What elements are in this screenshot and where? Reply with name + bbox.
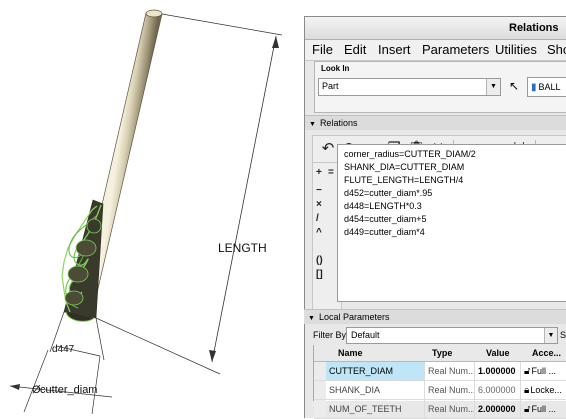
access-value: Full xyxy=(531,404,546,414)
collapse-triangle-icon[interactable]: ▼ xyxy=(309,121,316,128)
relation-line[interactable]: corner_radius=CUTTER_DIAM/2 xyxy=(344,149,476,159)
parameters-table: Name Type Value Acce... CUTTER_DIAM Real… xyxy=(313,345,566,419)
collapse-triangle-icon[interactable]: ▼ xyxy=(308,315,315,322)
table-cell-type[interactable]: Real Num... xyxy=(425,381,475,400)
brackets-icon[interactable]: [] xyxy=(316,269,323,280)
look-in-type-select[interactable]: Part ▼ xyxy=(318,78,501,96)
relations-editor[interactable]: corner_radius=CUTTER_DIAM/2 SHANK_DIA=CU… xyxy=(337,144,566,302)
filter-select[interactable]: Default ▼ xyxy=(346,327,558,344)
chevron-down-icon[interactable]: ▼ xyxy=(486,79,500,95)
menu-bar: File Edit Insert Parameters Utilities Sh… xyxy=(305,40,566,61)
table-cell-type[interactable]: Real Num... xyxy=(425,362,475,381)
menu-insert[interactable]: Insert xyxy=(378,42,411,57)
table-cell-access[interactable]: 🔓︎Full ... xyxy=(521,362,566,381)
access-value: Full xyxy=(531,366,546,376)
cad-viewport[interactable]: LENGTH d447 Ø cutter_diam xyxy=(0,0,304,417)
table-cell-name[interactable]: NUM_OF_TEETH xyxy=(326,400,425,419)
length-label[interactable]: LENGTH xyxy=(218,241,267,255)
row-header[interactable] xyxy=(314,381,326,400)
s-label: S xyxy=(560,330,566,340)
menu-show[interactable]: Sho xyxy=(547,42,566,57)
filter-value: Default xyxy=(351,330,380,340)
d447-label[interactable]: d447 xyxy=(52,344,75,355)
model-selector-button[interactable]: ▮ BALL xyxy=(527,77,566,97)
unlock-icon: 🔓︎ xyxy=(524,404,531,415)
relation-line[interactable]: d454=cutter_diam+5 xyxy=(344,214,427,224)
select-arrow-icon[interactable]: ↖ xyxy=(505,77,523,95)
look-in-group: Look In Part ▼ ↖ ▮ BALL xyxy=(314,61,566,113)
d447-extension-right xyxy=(95,317,105,361)
menu-utilities[interactable]: Utilities xyxy=(495,42,537,57)
column-header-name[interactable]: Name xyxy=(338,348,363,358)
length-extension-top xyxy=(161,13,283,36)
table-cell-name[interactable]: SHANK_DIA xyxy=(326,381,425,400)
undo-icon[interactable]: ↶ xyxy=(319,138,337,160)
chevron-down-icon[interactable]: ▼ xyxy=(544,328,557,343)
length-extension-bottom xyxy=(95,317,221,375)
local-params-section-header[interactable]: ▼ Local Parameters xyxy=(304,309,566,324)
column-header-access[interactable]: Acce... xyxy=(532,348,561,358)
filter-by-label: Filter By xyxy=(313,330,347,340)
table-cell-value[interactable]: 6.000000 xyxy=(475,381,521,400)
title-bar[interactable]: Relations xyxy=(305,17,566,40)
table-cell-type[interactable]: Real Num... xyxy=(425,400,475,419)
local-params-header-label: Local Parameters xyxy=(318,312,390,322)
unlock-icon: 🔓︎ xyxy=(524,366,531,377)
power-icon[interactable]: ^ xyxy=(316,227,322,238)
access-value: Locke... xyxy=(530,385,562,395)
equals-icon[interactable]: = xyxy=(328,167,334,178)
column-header-type[interactable]: Type xyxy=(432,348,452,358)
more-indicator: ... xyxy=(548,404,557,414)
relation-line[interactable]: d452=cutter_diam*.95 xyxy=(344,188,432,198)
column-header-value[interactable]: Value xyxy=(486,348,510,358)
parentheses-icon[interactable]: () xyxy=(316,255,323,266)
divide-icon[interactable]: / xyxy=(316,213,319,224)
relations-section-header[interactable]: ▼ Relations xyxy=(305,115,566,130)
table-header: Name Type Value Acce... xyxy=(314,345,566,362)
menu-edit[interactable]: Edit xyxy=(344,42,366,57)
more-indicator: ... xyxy=(548,366,557,376)
table-cell-access[interactable]: 🔒︎Locke... xyxy=(521,381,566,400)
relation-line[interactable]: d448=LENGTH*0.3 xyxy=(344,201,422,211)
diam-arrow xyxy=(10,384,20,390)
tool-top-face xyxy=(145,9,163,18)
minus-icon[interactable]: − xyxy=(316,185,322,196)
row-header[interactable] xyxy=(314,400,326,419)
lock-icon: 🔒︎ xyxy=(524,385,530,396)
table-cell-name[interactable]: CUTTER_DIAM xyxy=(326,362,425,381)
diam-extension-left xyxy=(23,349,49,413)
diam-label[interactable]: cutter_diam xyxy=(40,384,97,396)
menu-file[interactable]: File xyxy=(312,42,333,57)
filter-row: Filter By Default ▼ S xyxy=(304,326,566,344)
table-cell-value[interactable]: 1.000000 xyxy=(475,362,521,381)
menu-parameters[interactable]: Parameters xyxy=(422,42,489,57)
length-dimension-line xyxy=(211,35,277,363)
model-label: BALL xyxy=(538,82,561,92)
row-header[interactable] xyxy=(314,362,326,381)
table-cell-access[interactable]: 🔓︎Full ... xyxy=(521,400,566,419)
table-cell-value[interactable]: 2.000000 xyxy=(475,400,521,419)
length-arrow-bottom xyxy=(209,350,216,362)
length-arrow-top xyxy=(272,36,279,48)
relation-line[interactable]: d449=cutter_diam*4 xyxy=(344,227,425,237)
relation-line[interactable]: FLUTE_LENGTH=LENGTH/4 xyxy=(344,175,463,185)
relation-line[interactable]: SHANK_DIA=CUTTER_DIAM xyxy=(344,162,464,172)
multiply-icon[interactable]: × xyxy=(316,199,322,210)
look-in-legend: Look In xyxy=(321,64,350,73)
tool-flutes xyxy=(61,199,104,322)
part-icon: ▮ xyxy=(531,82,537,93)
plus-icon[interactable]: + xyxy=(316,167,322,178)
relations-header-label: Relations xyxy=(319,118,358,128)
look-in-type-value: Part xyxy=(322,81,339,91)
window-title: Relations xyxy=(509,22,559,34)
